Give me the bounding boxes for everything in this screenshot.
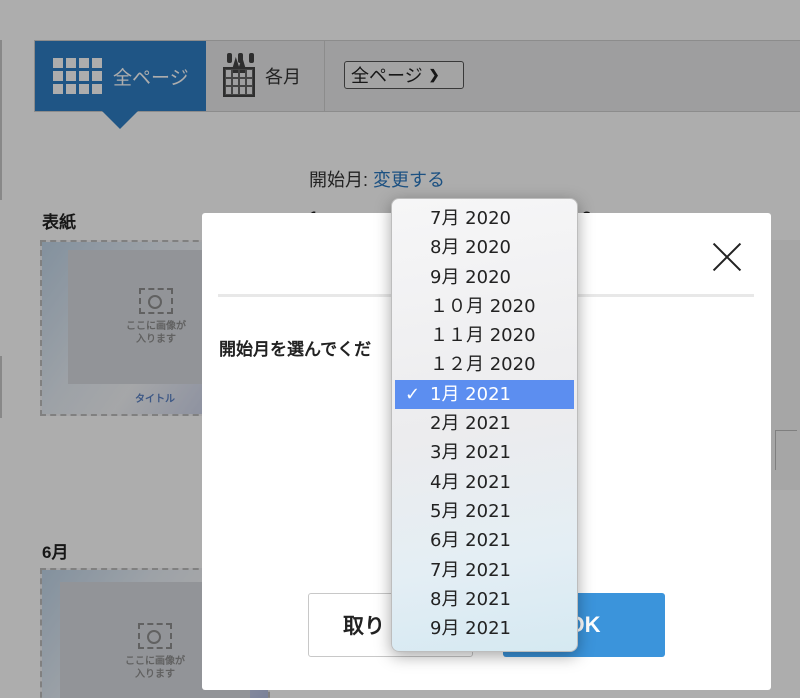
dropdown-option[interactable]: １１月 2020	[392, 321, 577, 350]
dropdown-option-label: １１月 2020	[430, 325, 536, 347]
dropdown-option-label: 2月 2021	[430, 413, 511, 435]
dropdown-option[interactable]: 3月 2021	[392, 438, 577, 467]
dropdown-option[interactable]: 9月 2020	[392, 263, 577, 292]
checkmark-icon: ✓	[405, 383, 421, 405]
dropdown-option-label: １２月 2020	[430, 354, 536, 376]
dropdown-option[interactable]: 8月 2021	[392, 585, 577, 614]
dropdown-option-label: 9月 2021	[430, 618, 511, 640]
dropdown-option[interactable]: 8月 2020	[392, 233, 577, 262]
dropdown-option-label: 8月 2020	[430, 237, 511, 259]
dropdown-option[interactable]: １２月 2020	[392, 350, 577, 379]
dropdown-option[interactable]: 5月 2021	[392, 497, 577, 526]
dropdown-option-label: 7月 2020	[430, 208, 511, 229]
dropdown-option[interactable]: 6月 2021	[392, 526, 577, 555]
dropdown-option[interactable]: 7月 2020	[392, 204, 577, 233]
dropdown-option-label: 7月 2021	[430, 559, 511, 581]
dropdown-option[interactable]: １０月 2020	[392, 292, 577, 321]
dropdown-option-label: 3月 2021	[430, 442, 511, 464]
dropdown-option[interactable]: 7月 2021	[392, 556, 577, 585]
dropdown-option[interactable]: 9月 2021	[392, 614, 577, 643]
dropdown-option-label: 5月 2021	[430, 500, 511, 522]
dropdown-option-label: 1月 2021	[430, 383, 511, 405]
dropdown-option-label: 6月 2021	[430, 530, 511, 552]
dropdown-option[interactable]: 4月 2021	[392, 468, 577, 497]
close-icon[interactable]	[712, 242, 742, 272]
dropdown-option-label: 4月 2021	[430, 471, 511, 493]
dropdown-option-label: 9月 2020	[430, 266, 511, 288]
dialog-prompt: 開始月を選んでくだ	[219, 340, 372, 359]
dropdown-option-label: １０月 2020	[430, 295, 536, 317]
dropdown-option[interactable]: ✓ 1月 2021	[395, 379, 574, 410]
dropdown-option-label: 8月 2021	[430, 588, 511, 610]
start-month-dropdown-list[interactable]: 7月 2020 8月 2020 9月 2020 １０月 2020 １１月 2020 １２月…	[391, 198, 578, 652]
dropdown-option[interactable]: 2月 2021	[392, 409, 577, 438]
